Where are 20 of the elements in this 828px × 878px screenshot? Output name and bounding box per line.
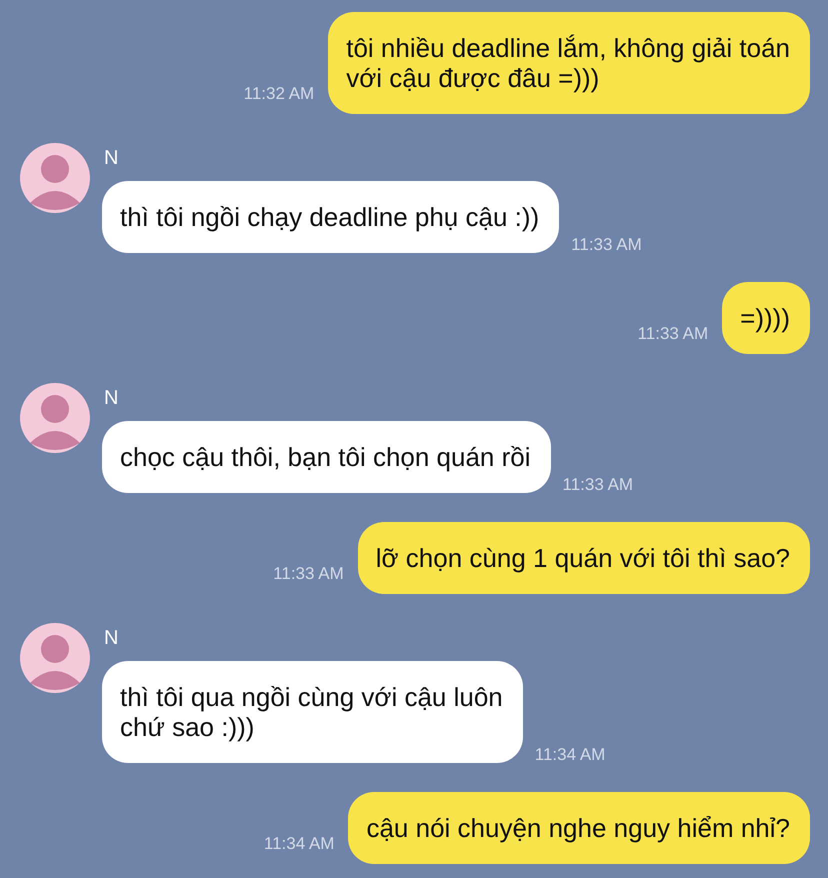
message-bubble: =)))) bbox=[722, 282, 810, 354]
message-bubble: thì tôi ngồi chạy deadline phụ cậu :)) bbox=[102, 181, 560, 253]
message-time: 11:34 AM bbox=[534, 745, 606, 765]
message-bubble: tôi nhiều deadline lắm, không giải toán với cậu được đâu =))) bbox=[328, 12, 810, 114]
sender-name: N bbox=[104, 626, 118, 651]
message-time: 11:32 AM bbox=[244, 84, 314, 104]
message-time: 11:33 AM bbox=[273, 564, 344, 584]
message-time: 11:33 AM bbox=[562, 475, 634, 495]
message-time: 11:33 AM bbox=[571, 235, 642, 255]
avatar-icon bbox=[20, 143, 90, 213]
sender-name: N bbox=[104, 386, 118, 411]
message-bubble: lỡ chọn cùng 1 quán với tôi thì sao? bbox=[358, 522, 810, 594]
avatar-icon bbox=[20, 383, 90, 453]
avatar-icon bbox=[20, 623, 90, 693]
sender-name: N bbox=[104, 146, 118, 171]
message-bubble: cậu nói chuyện nghe nguy hiểm nhỉ? bbox=[348, 792, 810, 864]
message-time: 11:33 AM bbox=[638, 324, 708, 344]
message-bubble: thì tôi qua ngồi cùng với cậu luôn chứ sao :))) bbox=[102, 661, 523, 763]
message-bubble: chọc cậu thôi, bạn tôi chọn quán rồi bbox=[102, 421, 551, 493]
message-time: 11:34 AM bbox=[264, 834, 334, 854]
